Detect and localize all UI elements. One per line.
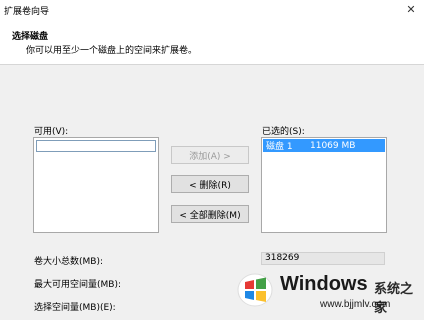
remove-all-button[interactable]: < 全部删除(M) <box>171 205 249 223</box>
page-subtitle: 你可以用至少一个磁盘上的空间来扩展卷。 <box>26 46 198 56</box>
close-icon: ✕ <box>406 2 416 16</box>
watermark-url: www.bjjmlv.com <box>320 299 391 310</box>
select-space-label: 选择空间量(MB)(E): <box>34 303 116 313</box>
list-item[interactable] <box>36 140 156 152</box>
max-space-label: 最大可用空间量(MB): <box>34 280 121 290</box>
window-title: 扩展卷向导 <box>4 7 50 17</box>
remove-button[interactable]: < 删除(R) <box>171 175 249 193</box>
selected-label: 已选的(S): <box>262 127 305 137</box>
watermark-brand: Windows <box>280 273 368 295</box>
available-label: 可用(V): <box>34 127 69 137</box>
available-disks-list[interactable] <box>33 137 159 233</box>
list-item[interactable]: 磁盘 1 11069 MB <box>263 139 385 152</box>
add-button[interactable]: 添加(A) > <box>171 146 249 164</box>
watermark: Windows 系统之家 www.bjjmlv.com <box>226 264 424 320</box>
selected-disks-list[interactable]: 磁盘 1 11069 MB <box>261 137 387 233</box>
windows-logo-icon <box>237 273 273 307</box>
page-title: 选择磁盘 <box>12 32 49 42</box>
close-button[interactable]: ✕ <box>398 0 424 18</box>
title-bar: 扩展卷向导 ✕ <box>0 0 424 18</box>
disk-name: 磁盘 1 <box>266 142 293 152</box>
total-size-label: 卷大小总数(MB): <box>34 257 103 267</box>
watermark-brand-cn: 系统之家 <box>374 282 414 316</box>
wizard-header: 选择磁盘 你可以用至少一个磁盘上的空间来扩展卷。 <box>0 18 424 65</box>
disk-size: 11069 MB <box>310 140 356 151</box>
